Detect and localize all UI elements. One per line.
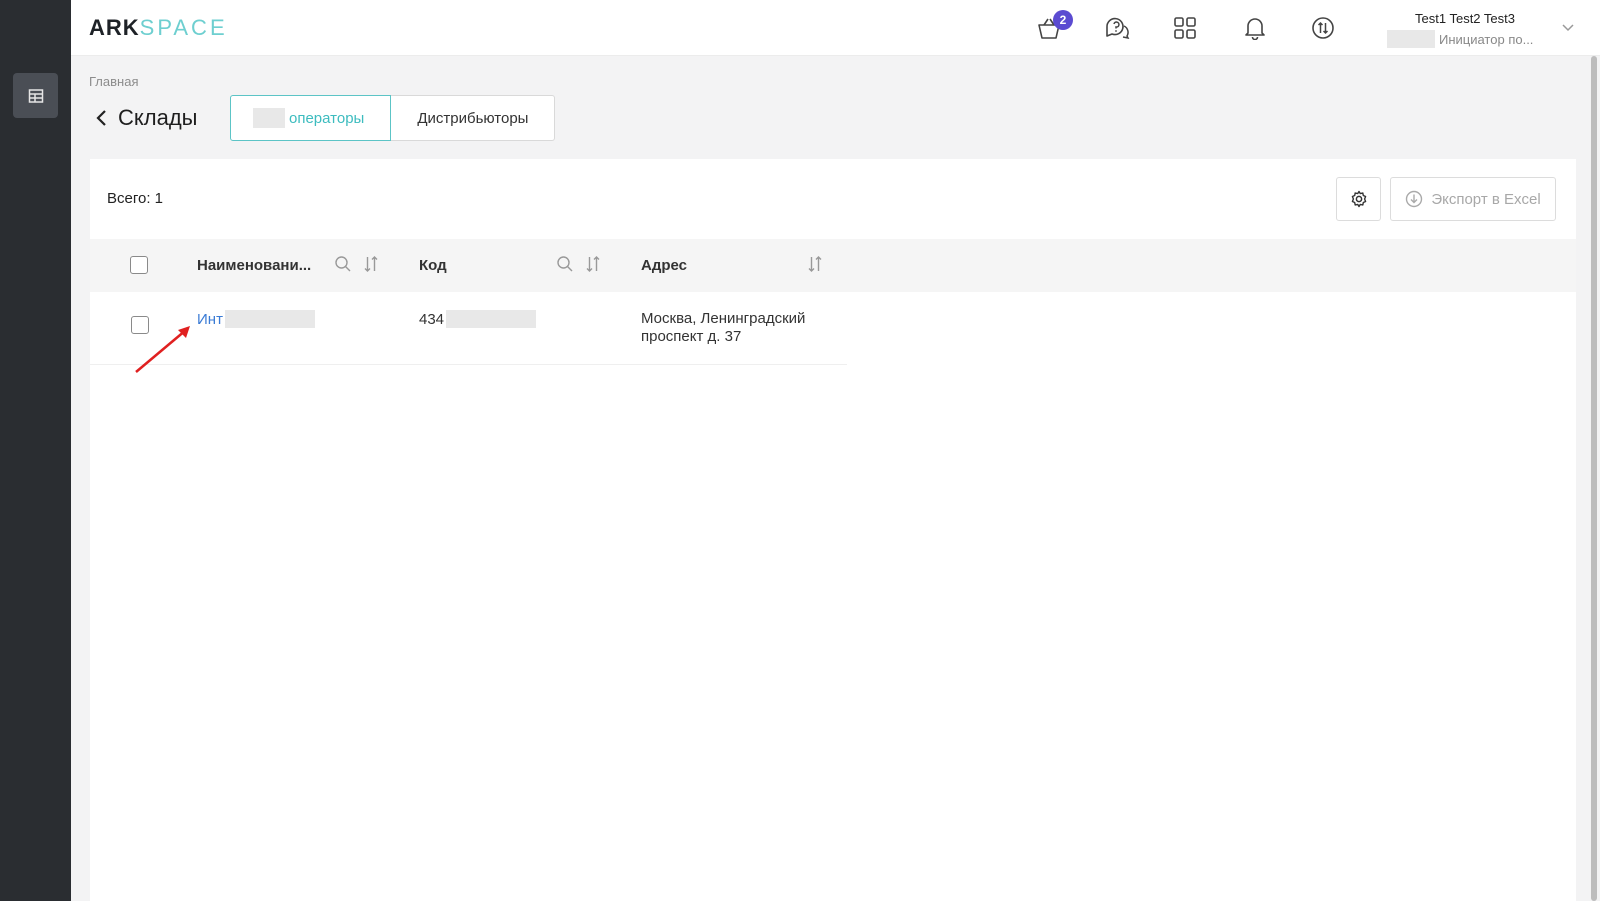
export-excel-button[interactable]: Экспорт в Excel <box>1390 177 1556 221</box>
redacted-block <box>446 310 537 328</box>
warehouse-code: 434 <box>419 310 445 328</box>
tab-label: операторы <box>289 109 365 127</box>
top-bar: ARKSPACE 2 Test1 Test2 Test3 Инициатор п… <box>71 0 1600 56</box>
chat-question-icon <box>1106 17 1130 40</box>
page-scrollbar[interactable] <box>1591 56 1597 901</box>
sidebar <box>0 0 71 901</box>
download-circle-icon <box>1406 190 1423 208</box>
total-count: Всего: 1 <box>107 190 164 207</box>
code-sort-button[interactable] <box>584 255 602 278</box>
table-grid-icon <box>28 88 43 103</box>
column-header-address[interactable]: Адрес <box>641 257 687 274</box>
notifications-button[interactable] <box>1239 12 1271 44</box>
warehouse-address-line2: проспект д. 37 <box>641 328 742 345</box>
logo-space: SPACE <box>139 15 228 40</box>
address-sort-button[interactable] <box>806 255 824 278</box>
table-header: Наименовани... Код Адрес <box>90 239 1576 292</box>
switch-account-button[interactable] <box>1307 12 1339 44</box>
column-header-name[interactable]: Наименовани... <box>197 257 311 274</box>
tab-operators[interactable]: операторы <box>230 95 392 141</box>
tab-distributors[interactable]: Дистрибьюторы <box>391 95 556 141</box>
sidebar-catalog-button[interactable] <box>13 73 58 118</box>
apps-button[interactable] <box>1169 12 1201 44</box>
search-icon <box>335 256 351 272</box>
logo-ark: ARK <box>89 15 140 40</box>
warehouse-name-link[interactable]: Инт <box>197 311 223 328</box>
redacted-block <box>253 108 285 128</box>
export-label: Экспорт в Excel <box>1431 190 1541 208</box>
code-search-button[interactable] <box>556 255 574 278</box>
column-header-code[interactable]: Код <box>419 257 447 274</box>
name-sort-button[interactable] <box>362 255 380 278</box>
chevron-down-icon <box>1562 24 1574 32</box>
search-icon <box>557 256 573 272</box>
back-button[interactable] <box>94 108 110 128</box>
exchange-circle-icon <box>1312 17 1334 39</box>
redacted-block <box>1387 30 1435 48</box>
gear-icon <box>1351 190 1366 208</box>
annotation-arrow <box>134 322 196 379</box>
select-all-checkbox[interactable] <box>130 256 148 274</box>
table-row[interactable]: Инт 434 Москва, Ленинградский проспект д… <box>90 292 847 365</box>
page-title: Склады <box>118 105 198 130</box>
tab-label: Дистрибьюторы <box>417 109 529 127</box>
sort-icon <box>808 256 822 272</box>
table-settings-button[interactable] <box>1336 177 1381 221</box>
app-logo[interactable]: ARKSPACE <box>89 15 228 41</box>
bell-icon <box>1245 18 1265 40</box>
warehouses-table-card: Всего: 1 Экспорт в Excel Наименовани... <box>90 159 1576 901</box>
red-arrow-icon <box>135 326 190 373</box>
sort-icon <box>586 256 600 272</box>
user-name: Test1 Test2 Test3 <box>1415 11 1515 26</box>
name-search-button[interactable] <box>334 255 352 278</box>
apps-grid-icon <box>1174 17 1196 39</box>
chevron-left-icon <box>96 110 106 126</box>
user-menu-toggle[interactable] <box>1561 20 1575 39</box>
warehouse-address-line1: Москва, Ленинградский <box>641 310 806 327</box>
page-header: Склады <box>94 95 197 141</box>
breadcrumb[interactable]: Главная <box>89 74 138 89</box>
user-menu[interactable]: Test1 Test2 Test3 Инициатор по... <box>1387 11 1547 48</box>
cart-badge: 2 <box>1053 10 1073 30</box>
sort-icon <box>364 256 378 272</box>
tabs: операторы Дистрибьюторы <box>230 95 556 141</box>
user-role: Инициатор по... <box>1439 31 1534 47</box>
cart-button[interactable]: 2 <box>1033 10 1073 44</box>
support-chat-button[interactable] <box>1101 12 1133 44</box>
redacted-block <box>224 310 315 328</box>
